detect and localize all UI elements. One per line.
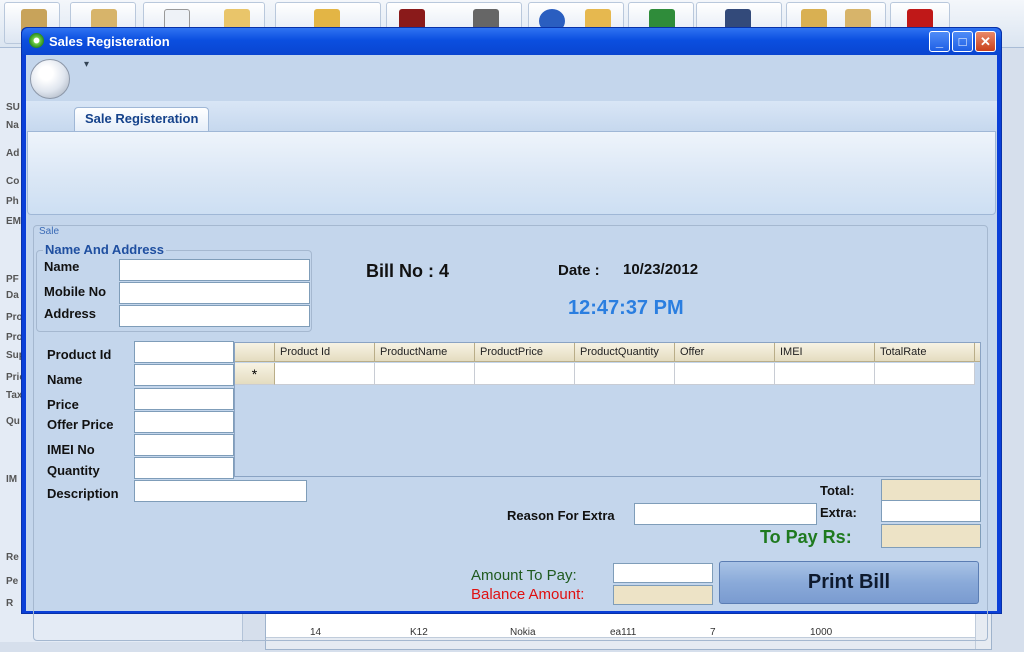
bg-label: IM xyxy=(6,474,18,485)
grid-cell[interactable] xyxy=(775,363,875,385)
name-address-legend: Name And Address xyxy=(43,242,166,257)
reason-for-extra-input[interactable] xyxy=(634,503,817,525)
grid-cell[interactable] xyxy=(475,363,575,385)
grid-corner xyxy=(235,343,275,362)
imei-input[interactable] xyxy=(134,434,234,456)
grid-cell[interactable] xyxy=(575,363,675,385)
column-header[interactable]: Product Id xyxy=(275,343,375,362)
description-label: Description xyxy=(47,486,119,501)
column-header[interactable]: TotalRate xyxy=(875,343,975,362)
bg-label: Ad xyxy=(6,148,20,159)
bg-label: Pe xyxy=(6,576,19,587)
bg-label: Co xyxy=(6,176,20,187)
current-time: 12:47:37 PM xyxy=(568,297,684,319)
customer-name-input[interactable] xyxy=(119,259,310,281)
total-label: Total: xyxy=(820,483,855,498)
product-name-input[interactable] xyxy=(134,364,234,386)
address-input[interactable] xyxy=(119,305,310,327)
extra-input[interactable] xyxy=(881,500,981,522)
address-label: Address xyxy=(44,306,97,321)
bg-label: Na xyxy=(6,120,19,131)
column-header[interactable]: ProductName xyxy=(375,343,475,362)
to-pay-field[interactable] xyxy=(881,524,981,548)
maximize-button[interactable]: □ xyxy=(952,31,973,52)
amount-to-pay-label: Amount To Pay: xyxy=(471,567,577,584)
bg-label: EM xyxy=(6,216,21,227)
close-button[interactable]: ✕ xyxy=(975,31,996,52)
offer-price-input[interactable] xyxy=(134,411,234,433)
print-bill-button[interactable]: Print Bill xyxy=(719,561,979,604)
mobile-label: Mobile No xyxy=(44,284,107,299)
price-input[interactable] xyxy=(134,388,234,410)
sales-registration-window: Sales Registeration _ □ ✕ ▾ Sale Registe… xyxy=(21,27,1002,641)
new-row-marker: * xyxy=(235,363,275,385)
bg-label: PF xyxy=(6,274,19,285)
app-icon xyxy=(29,33,44,48)
grid-cell[interactable] xyxy=(375,363,475,385)
bg-label: Ph xyxy=(6,196,19,207)
product-id-input[interactable] xyxy=(134,341,234,363)
bg-label: Re xyxy=(6,552,19,563)
quantity-label: Quantity xyxy=(47,463,100,478)
quantity-input[interactable] xyxy=(134,457,234,479)
ribbon-tab-strip: Sale Registeration xyxy=(26,101,997,131)
window-client: ▾ Sale Registeration Sale Name And Addre… xyxy=(26,55,997,641)
new-row[interactable]: * xyxy=(235,363,980,385)
products-grid[interactable]: Product Id ProductName ProductPrice Prod… xyxy=(234,342,981,477)
balance-amount-field[interactable] xyxy=(613,585,713,605)
total-field[interactable] xyxy=(881,479,981,501)
mobile-number-input[interactable] xyxy=(119,282,310,304)
balance-amount-label: Balance Amount: xyxy=(471,586,585,603)
quick-access-dropdown-icon[interactable]: ▾ xyxy=(84,59,89,70)
amount-to-pay-input[interactable] xyxy=(613,563,713,583)
application-menu-orb[interactable] xyxy=(30,59,70,99)
bill-number: Bill No : 4 xyxy=(366,261,450,281)
reason-for-extra-label: Reason For Extra xyxy=(507,508,615,523)
extra-label: Extra: xyxy=(820,505,857,520)
description-input[interactable] xyxy=(134,480,307,502)
column-header[interactable]: Offer xyxy=(675,343,775,362)
column-header[interactable]: ProductPrice xyxy=(475,343,575,362)
date-label: Date : xyxy=(558,262,600,279)
grid-cell[interactable] xyxy=(275,363,375,385)
ribbon-panel xyxy=(27,131,996,215)
date-value: 10/23/2012 xyxy=(623,261,699,278)
grid-header-row: Product Id ProductName ProductPrice Prod… xyxy=(235,343,980,362)
window-title: Sales Registeration xyxy=(49,34,170,49)
grid-cell[interactable] xyxy=(675,363,775,385)
offer-price-label: Offer Price xyxy=(47,417,114,432)
bg-label: SU xyxy=(6,102,20,113)
column-header[interactable]: IMEI xyxy=(775,343,875,362)
sale-group-label: Sale xyxy=(37,226,62,237)
grid-cell[interactable] xyxy=(875,363,975,385)
title-bar[interactable]: Sales Registeration _ □ ✕ xyxy=(22,28,1001,55)
product-id-label: Product Id xyxy=(47,347,112,362)
bg-label: R xyxy=(6,598,14,609)
product-name-label: Name xyxy=(47,372,83,387)
bg-label: Qu xyxy=(6,416,20,427)
to-pay-label: To Pay Rs: xyxy=(760,527,852,547)
name-label: Name xyxy=(44,259,80,274)
column-header[interactable]: ProductQuantity xyxy=(575,343,675,362)
tab-sale-registration[interactable]: Sale Registeration xyxy=(74,107,210,131)
price-label: Price xyxy=(47,397,79,412)
minimize-button[interactable]: _ xyxy=(929,31,950,52)
imei-label: IMEI No xyxy=(47,442,95,457)
bg-label: Da xyxy=(6,290,19,301)
